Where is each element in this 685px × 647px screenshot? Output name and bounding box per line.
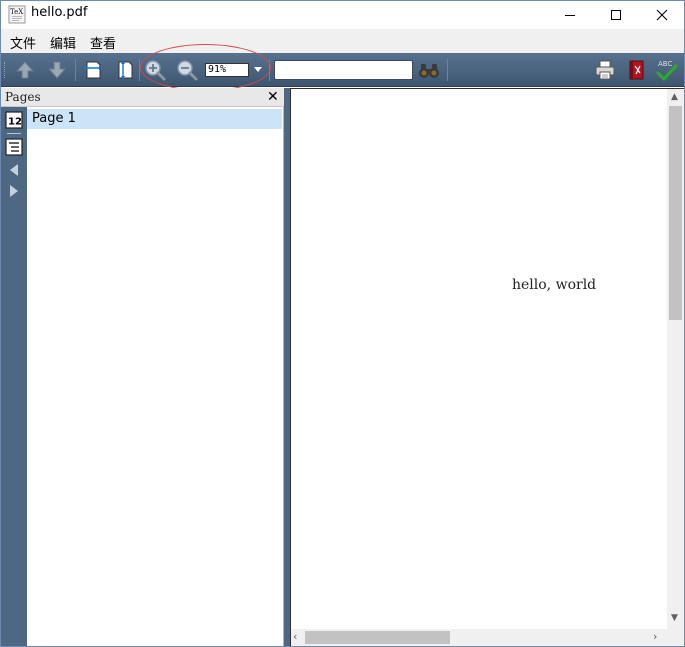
pages-panel-header: Pages ✕ [1,88,284,107]
binoculars-icon [419,64,439,78]
zoom-out-button[interactable] [175,58,199,82]
scroll-down-icon[interactable]: ▼ [671,613,678,623]
sidebar-tab-strip: 12 [1,88,27,646]
collapse-sidebar-button[interactable] [5,161,23,179]
toolbar-separator [269,59,270,81]
zoom-dropdown-button[interactable] [252,64,264,76]
zoom-in-button[interactable] [143,58,167,82]
zoom-out-icon [177,60,198,81]
fit-width-button[interactable] [81,58,105,82]
menu-edit[interactable]: 编辑 [50,33,76,52]
prev-page-button[interactable] [13,58,37,82]
scroll-left-icon[interactable]: ‹ [293,630,297,643]
find-button[interactable] [417,58,441,82]
minimize-icon [565,14,575,16]
pages-panel: Pages ✕ Page 1 [1,88,284,646]
page-list-item-label: Page 1 [32,111,76,126]
title-bar[interactable]: TeX hello.pdf [1,1,684,28]
close-icon [656,9,668,20]
scroll-up-icon[interactable]: ▲ [671,92,678,102]
pdf-book-icon [629,60,644,80]
horizontal-scrollbar[interactable]: ‹ › [291,629,667,646]
window-title: hello.pdf [31,5,88,20]
tex-icon: TeX [8,5,26,24]
page-list-item[interactable]: Page 1 [27,109,282,129]
zoom-input[interactable]: 91% [205,63,249,77]
menu-view[interactable]: 查看 [90,33,116,52]
next-page-button[interactable] [45,58,69,82]
fit-page-button[interactable] [113,58,137,82]
sidebar-divider [7,133,21,134]
svg-text:TeX: TeX [10,8,23,16]
svg-text:12: 12 [8,117,22,128]
arrow-up-icon [15,61,35,79]
spellcheck-button[interactable]: ABC [655,58,679,82]
vertical-scroll-thumb[interactable] [669,106,682,320]
collapse-left-icon [10,164,18,176]
spellcheck-icon: ABC [656,60,678,81]
fit-page-icon [118,61,133,79]
scroll-right-icon[interactable]: › [653,630,657,643]
search-input[interactable] [274,60,413,80]
open-button[interactable] [625,58,649,82]
chevron-down-icon [254,67,262,72]
vertical-scrollbar[interactable]: ▲ ▼ [667,89,684,629]
zoom-in-icon [145,60,166,81]
toolbar-separator [139,59,140,81]
page-number-icon: 12 [5,111,23,129]
printer-icon [595,60,615,80]
expand-right-icon [10,185,18,197]
minimize-button[interactable] [547,1,593,28]
tab-pages[interactable]: 12 [5,111,23,129]
maximize-icon [611,9,621,20]
outline-list-icon [5,138,23,156]
pages-panel-close-button[interactable]: ✕ [267,89,279,105]
menu-bar: 文件 编辑 查看 [1,29,684,53]
print-button[interactable] [593,58,617,82]
fit-width-icon [84,61,102,79]
expand-sidebar-button[interactable] [5,182,23,200]
document-view[interactable]: hello, world ▲ ▼ ‹ › [290,88,684,646]
toolbar-separator [447,59,448,81]
tab-outline[interactable] [5,138,23,156]
document-text: hello, world [512,277,597,293]
svg-text:ABC: ABC [658,60,672,68]
horizontal-scroll-thumb[interactable] [305,631,450,644]
toolbar-separator [75,59,76,81]
maximize-button[interactable] [593,1,639,28]
toolbar-grip[interactable] [4,62,7,78]
app-window: TeX hello.pdf 文件 编辑 查看 ABC 91% 12 Pages … [0,0,685,647]
close-button[interactable] [639,1,685,28]
pages-panel-title: Pages [5,90,41,104]
scrollbar-corner [667,629,684,646]
arrow-down-icon [47,61,67,79]
menu-file[interactable]: 文件 [10,33,36,52]
